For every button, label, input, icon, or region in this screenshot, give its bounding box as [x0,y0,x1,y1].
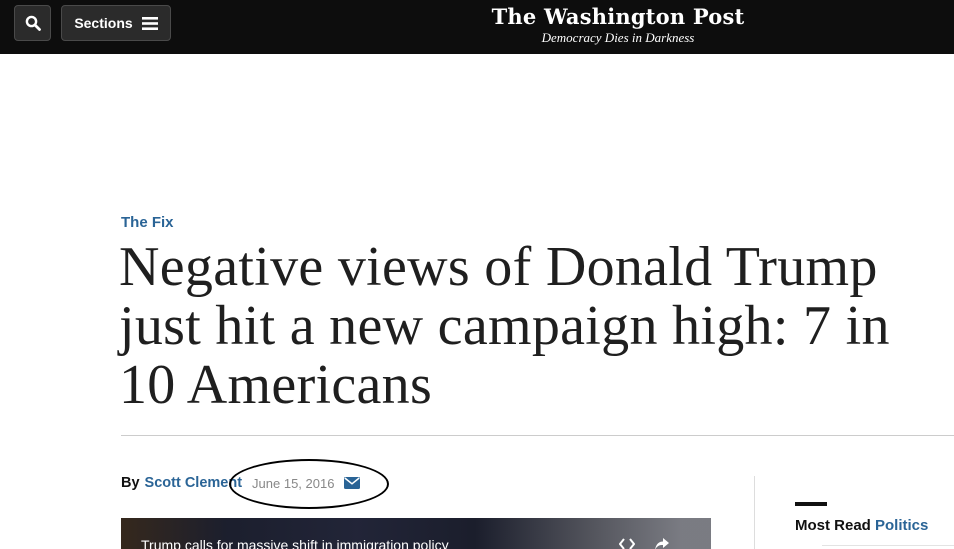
video-caption: Trump calls for massive shift in immigra… [141,537,449,549]
article-headline: Negative views of Donald Trump just hit … [119,236,890,416]
most-read-section-link[interactable]: Politics [875,517,928,534]
most-read-rule [822,545,954,546]
byline: By Scott Clement June 15, 2016 [121,475,361,491]
video-player[interactable]: Trump calls for massive shift in immigra… [121,518,711,549]
sections-menu-button[interactable]: Sections [61,5,171,41]
author-link[interactable]: Scott Clement [145,475,243,491]
most-read-label: Most Read [795,517,871,534]
most-read-accent-bar [795,502,827,506]
embed-icon[interactable] [619,537,635,549]
search-button[interactable] [14,5,51,41]
envelope-icon [344,477,361,489]
sections-label: Sections [74,15,133,31]
logo-wordmark: The Washington Post [491,4,745,29]
byline-prefix: By [121,475,140,491]
hamburger-icon [141,16,158,30]
site-logo[interactable]: The Washington Post Democracy Dies in Da… [478,3,758,45]
publish-date: June 15, 2016 [252,475,335,491]
logo-tagline: Democracy Dies in Darkness [541,30,695,45]
most-read-heading: Most Read Politics [795,517,928,534]
section-kicker-link[interactable]: The Fix [121,214,174,231]
sidebar-divider [754,476,755,549]
top-navigation-bar: Sections The Washington Post Democracy D… [0,0,954,54]
email-author-button[interactable] [344,477,361,489]
search-icon [25,15,41,31]
share-icon[interactable] [654,537,670,549]
headline-divider [121,435,954,436]
